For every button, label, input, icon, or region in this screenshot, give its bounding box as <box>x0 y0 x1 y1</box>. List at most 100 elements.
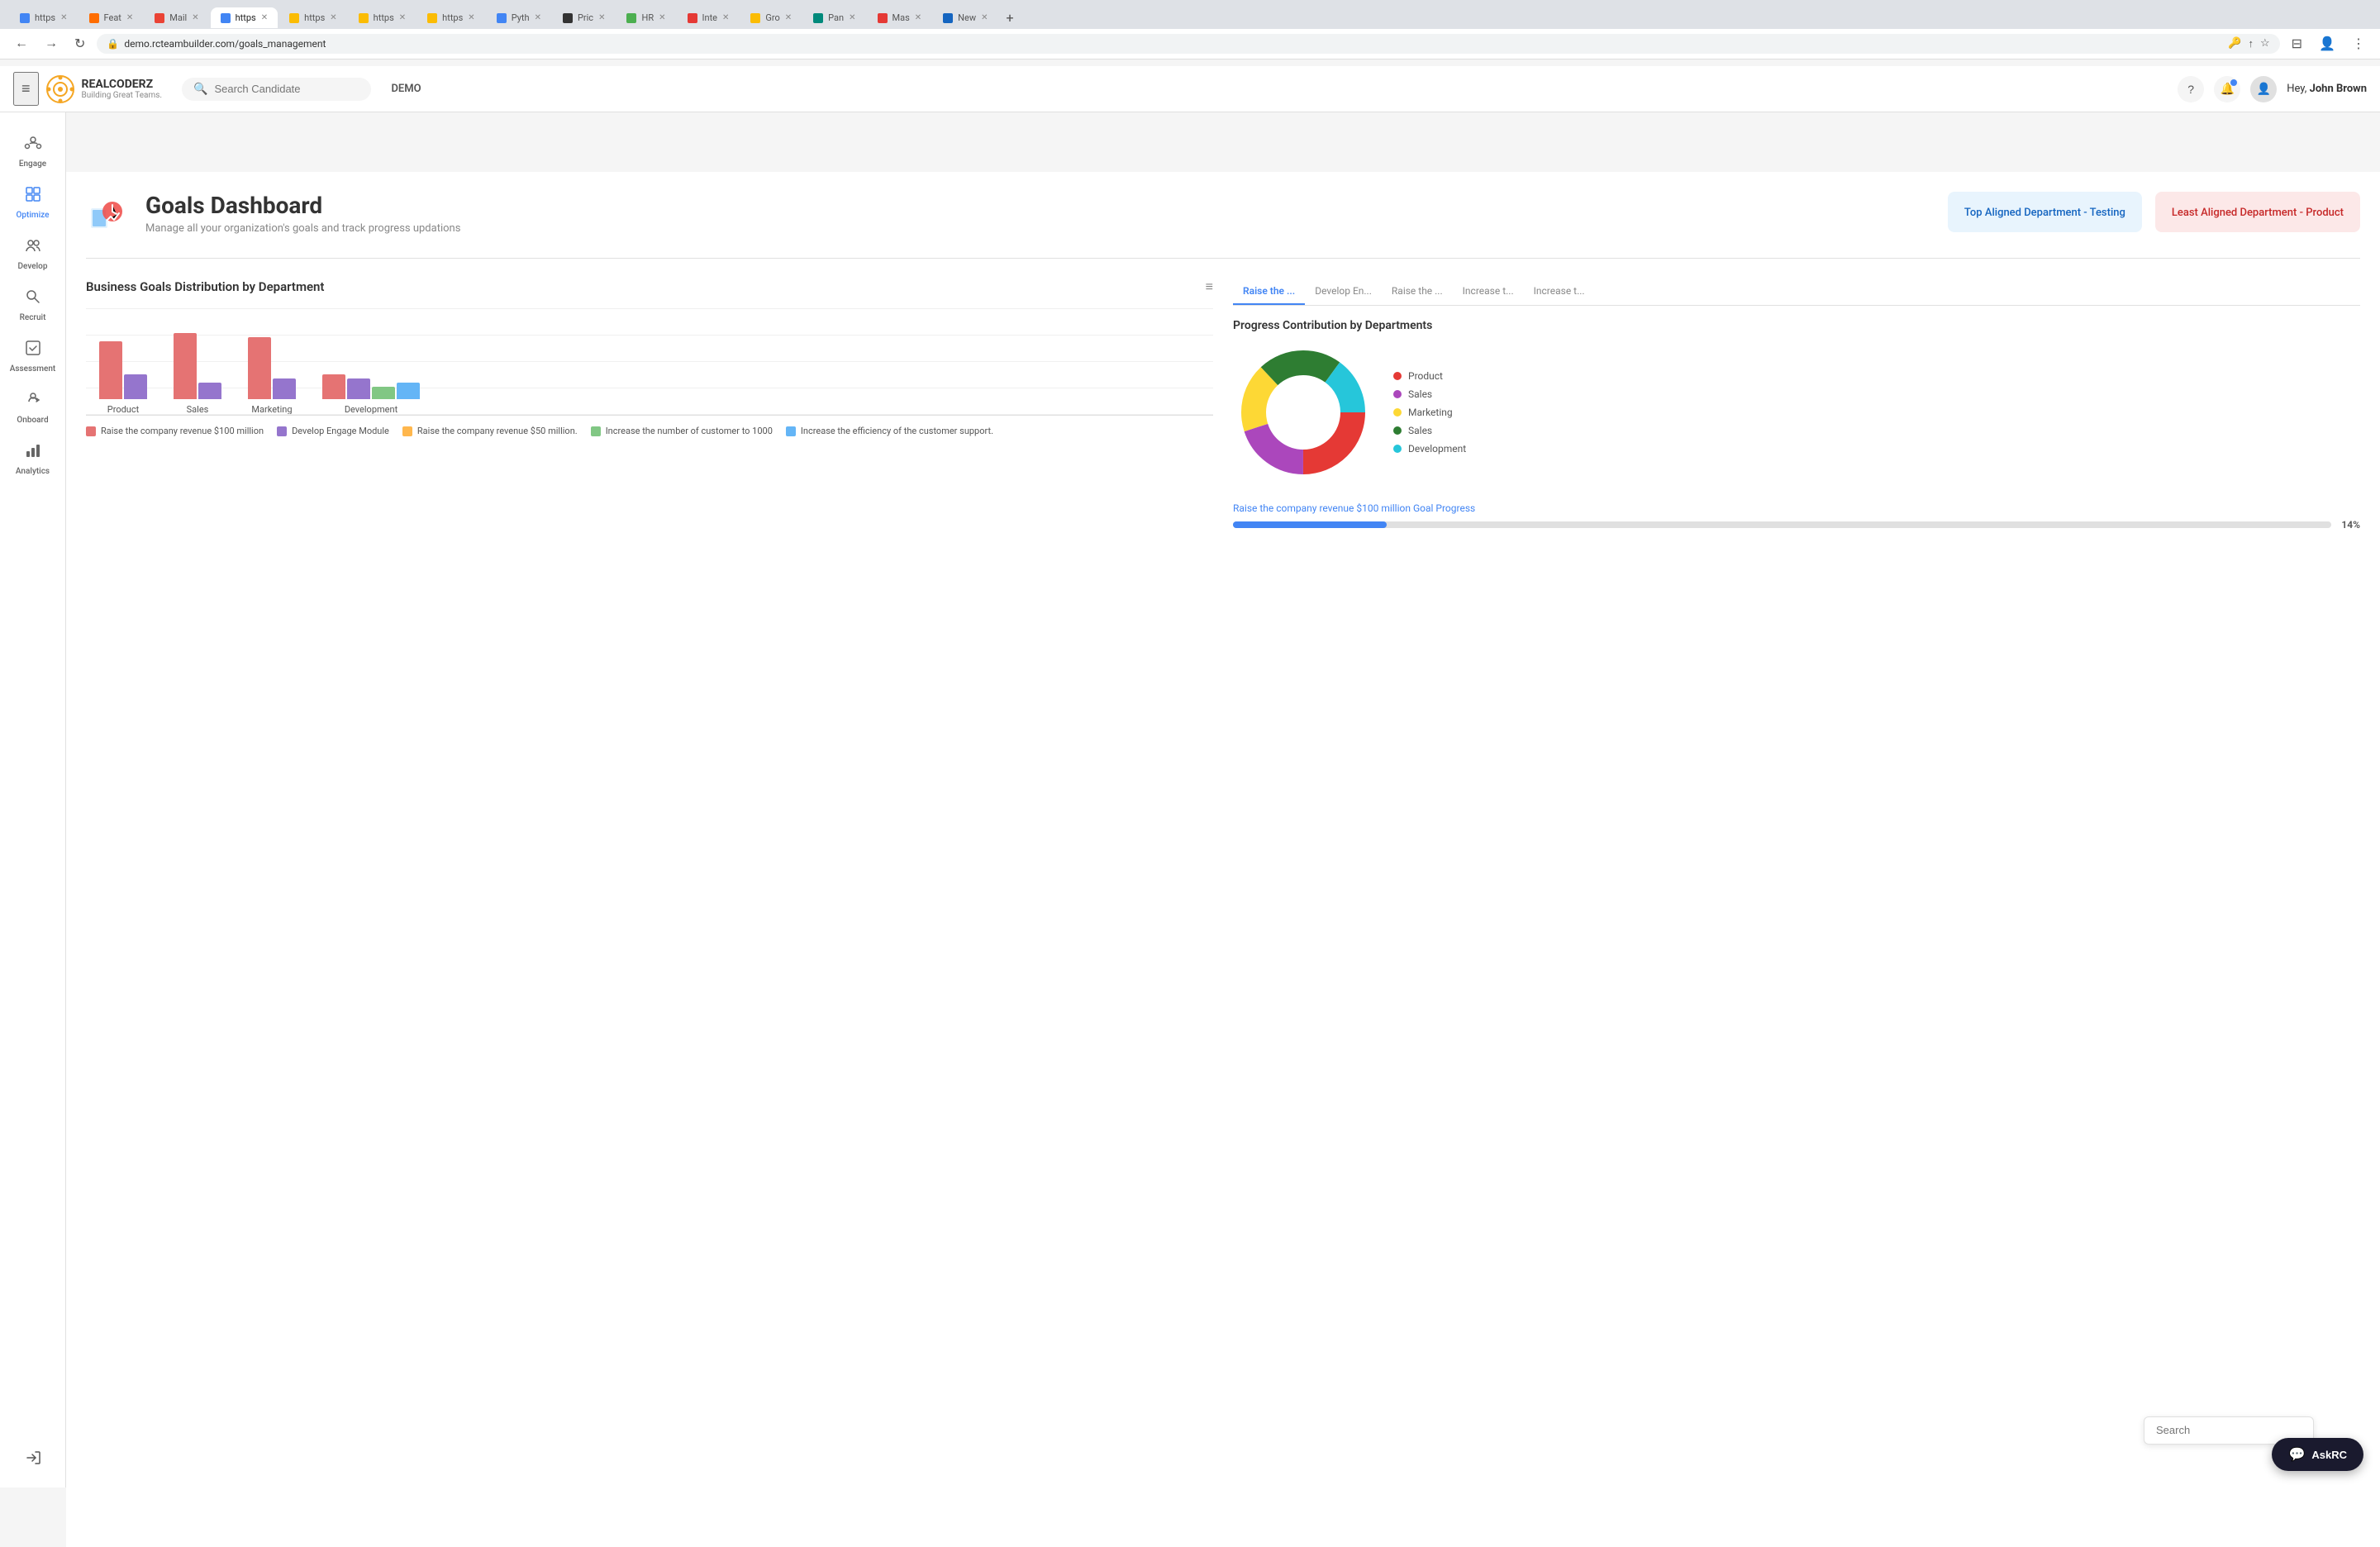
new-tab-button[interactable]: + <box>1000 7 1021 29</box>
assessment-label: Assessment <box>10 364 56 374</box>
chart-legend: Raise the company revenue $100 million D… <box>86 426 1213 436</box>
chart-menu-icon[interactable]: ≡ <box>1206 278 1213 295</box>
reload-button[interactable]: ↻ <box>69 34 90 54</box>
goal-tab-0[interactable]: Raise the ... <box>1233 278 1305 305</box>
bar-sales-pink <box>174 333 197 399</box>
help-button[interactable]: ? <box>2178 76 2204 102</box>
bar-group-marketing <box>248 337 296 399</box>
bar-sales-purple <box>198 383 221 399</box>
legend-dot-development <box>1393 445 1402 453</box>
top-nav: ≡ REALCODERZ Building Great Teams. 🔍 DEM… <box>0 66 2380 112</box>
goal-tab-4[interactable]: Increase t... <box>1524 278 1595 305</box>
back-button[interactable]: ← <box>10 35 33 53</box>
engage-label: Engage <box>19 159 46 169</box>
chart-title: Business Goals Distribution by Departmen… <box>86 279 324 294</box>
notification-dot <box>2230 79 2237 86</box>
bottom-search-input[interactable] <box>2156 1424 2301 1436</box>
legend-label-5: Increase the efficiency of the customer … <box>801 426 993 436</box>
logo-icon <box>45 74 75 104</box>
tab-1[interactable]: https ✕ <box>10 7 78 28</box>
legend-label-2: Develop Engage Module <box>292 426 389 436</box>
sidebar-bottom <box>17 1441 50 1474</box>
tab-pric[interactable]: Pric ✕ <box>553 7 616 28</box>
bar-sales: Sales <box>174 333 221 415</box>
sidebar-item-engage[interactable]: Engage <box>0 126 65 177</box>
tab-gro[interactable]: Gro ✕ <box>740 7 802 28</box>
goal-tab-1[interactable]: Develop En... <box>1305 278 1382 305</box>
goal-tab-2[interactable]: Raise the ... <box>1382 278 1453 305</box>
bar-label-product: Product <box>107 404 139 415</box>
tab-hr[interactable]: HR ✕ <box>616 7 675 28</box>
tab-active[interactable]: https ✕ <box>211 7 278 28</box>
dashboard-header: Goals Dashboard Manage all your organiza… <box>86 192 2360 238</box>
recruit-icon <box>24 288 42 310</box>
bar-development: Development <box>322 374 420 415</box>
legend-label-marketing: Marketing <box>1408 407 1453 418</box>
bar-label-marketing: Marketing <box>251 404 292 415</box>
bar-product: Product <box>99 341 147 415</box>
logout-button[interactable] <box>17 1441 50 1474</box>
legend-item-2: Develop Engage Module <box>277 426 389 436</box>
tab-pan[interactable]: Pan ✕ <box>803 7 865 28</box>
goal-tabs: Raise the ... Develop En... Raise the ..… <box>1233 278 2360 306</box>
address-bar[interactable]: 🔒 demo.rcteambuilder.com/goals_managemen… <box>97 34 2279 54</box>
bar-label-development: Development <box>345 404 397 415</box>
tab-5[interactable]: https ✕ <box>279 7 347 28</box>
user-name: John Brown <box>2310 83 2367 95</box>
profile-button[interactable]: 👤 <box>2314 34 2340 54</box>
demo-badge: DEMO <box>391 83 421 95</box>
page-title: Goals Dashboard <box>145 192 1948 219</box>
hamburger-menu[interactable]: ≡ <box>13 72 39 106</box>
tab-mas[interactable]: Mas ✕ <box>868 7 932 28</box>
search-input[interactable] <box>214 83 359 95</box>
goal-tab-3[interactable]: Increase t... <box>1453 278 1524 305</box>
forward-button[interactable]: → <box>40 35 63 53</box>
sidebar-item-recruit[interactable]: Recruit <box>0 279 65 331</box>
section-divider <box>86 258 2360 259</box>
chart-header: Business Goals Distribution by Departmen… <box>86 278 1213 295</box>
tab-6[interactable]: https ✕ <box>349 7 416 28</box>
sidebar-item-develop[interactable]: Develop <box>0 228 65 279</box>
donut-legend-development: Development <box>1393 443 1466 455</box>
tab-feat[interactable]: Feat ✕ <box>79 7 144 28</box>
dashboard-icon <box>86 192 132 238</box>
bar-product-pink <box>99 341 122 399</box>
engage-icon <box>24 134 42 156</box>
sidebar: Engage Optimize Develop <box>0 112 66 1488</box>
donut-svg <box>1233 342 1373 483</box>
gridline-2 <box>86 335 1213 336</box>
sidebar-item-onboard[interactable]: Onboard <box>0 382 65 433</box>
sidebar-item-analytics[interactable]: Analytics <box>0 433 65 484</box>
tab-7[interactable]: https ✕ <box>417 7 485 28</box>
tab-inte[interactable]: Inte ✕ <box>678 7 740 28</box>
user-avatar[interactable]: 👤 <box>2250 76 2277 102</box>
logo-text: REALCODERZ Building Great Teams. <box>82 78 163 100</box>
analytics-icon <box>24 441 42 464</box>
legend-item-5: Increase the efficiency of the customer … <box>786 426 993 436</box>
bar-group-product <box>99 341 147 399</box>
bar-dev-blue <box>397 383 420 399</box>
sidebar-item-assessment[interactable]: Assessment <box>0 331 65 382</box>
lock-icon: 🔒 <box>107 38 119 50</box>
bar-dev-purple <box>347 378 370 399</box>
askrc-button[interactable]: 💬 AskRC <box>2272 1438 2363 1471</box>
donut-legend-marketing: Marketing <box>1393 407 1466 418</box>
notifications-button[interactable]: 🔔 <box>2214 76 2240 102</box>
legend-dot-5 <box>786 426 796 436</box>
tab-pyth[interactable]: Pyth ✕ <box>487 7 551 28</box>
donut-hole <box>1269 378 1338 447</box>
progress-fill <box>1233 521 1387 528</box>
bar-dev-green <box>372 387 395 399</box>
sidebar-item-optimize[interactable]: Optimize <box>0 177 65 228</box>
sidebar-toggle[interactable]: ⊟ <box>2287 34 2307 54</box>
top-dept-label: Top Aligned Department - Testing <box>1964 207 2125 219</box>
donut-title: Progress Contribution by Departments <box>1233 319 2360 332</box>
content-grid: Business Goals Distribution by Departmen… <box>86 278 2360 531</box>
menu-button[interactable]: ⋮ <box>2347 34 2370 54</box>
legend-dot-3 <box>402 426 412 436</box>
bar-marketing-purple <box>273 378 296 399</box>
tab-mail[interactable]: Mail ✕ <box>145 7 208 28</box>
tab-new[interactable]: New ✕ <box>933 7 997 28</box>
search-bar[interactable]: 🔍 <box>182 78 371 101</box>
legend-label-development: Development <box>1408 443 1466 455</box>
